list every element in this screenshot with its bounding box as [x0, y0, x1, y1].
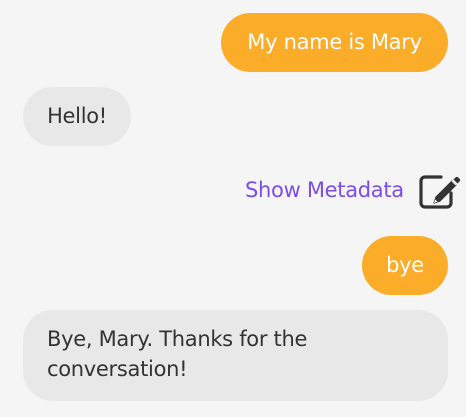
- user-message-bubble: My name is Mary: [221, 13, 448, 72]
- edit-icon[interactable]: [417, 171, 461, 209]
- metadata-row: Show Metadata: [240, 170, 462, 212]
- user-message-bubble: bye: [362, 236, 448, 295]
- bot-message-bubble: Bye, Mary. Thanks for the conversation!: [23, 310, 448, 401]
- show-metadata-link[interactable]: Show Metadata: [245, 175, 404, 205]
- bot-message-bubble: Hello!: [23, 87, 131, 146]
